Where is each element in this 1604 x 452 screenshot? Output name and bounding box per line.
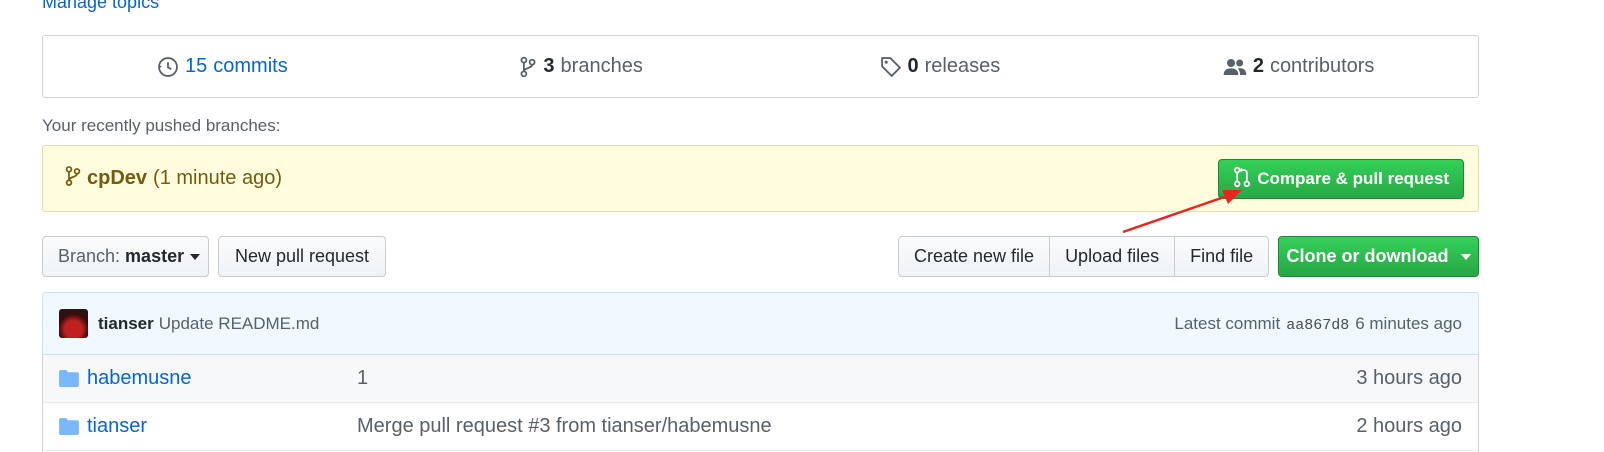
table-row: habemusne 1 3 hours ago: [43, 355, 1478, 403]
new-pull-request-button[interactable]: New pull request: [218, 236, 386, 277]
branch-select-prefix: Branch:: [58, 246, 121, 266]
caret-down-icon: [1460, 253, 1471, 260]
file-commit-message[interactable]: 1: [357, 367, 368, 390]
file-name[interactable]: habemusne: [87, 367, 357, 390]
branch-select-button[interactable]: Branch: master: [42, 236, 209, 277]
file-age: 2 hours ago: [1356, 415, 1462, 437]
latest-commit-label: Latest commit: [1174, 313, 1281, 333]
commit-author[interactable]: tianser: [98, 314, 154, 334]
annotation-arrow-icon: [1122, 190, 1242, 234]
contributors-label: contributors: [1269, 55, 1375, 77]
file-list: habemusne 1 3 hours ago tianser Merge pu…: [42, 354, 1479, 452]
recent-branch-time: (1 minute ago): [153, 167, 282, 189]
recent-branch-banner: cpDev (1 minute ago) Compare & pull requ…: [42, 145, 1479, 212]
find-file-button[interactable]: Find file: [1175, 237, 1268, 276]
file-commit-message[interactable]: Merge pull request #3 from tianser/habem…: [357, 415, 772, 438]
folder-icon: [59, 418, 81, 435]
branches-label: branches: [560, 55, 643, 77]
commits-link[interactable]: 15 commits: [43, 55, 402, 78]
recent-branches-label: Your recently pushed branches:: [42, 116, 281, 135]
branch-icon: [65, 165, 81, 193]
people-icon: [1223, 56, 1247, 78]
tag-icon: [880, 56, 902, 78]
table-row: tianser Merge pull request #3 from tians…: [43, 403, 1478, 451]
recent-branch-name[interactable]: cpDev: [87, 167, 147, 190]
upload-files-button[interactable]: Upload files: [1050, 237, 1176, 276]
branches-count: 3: [543, 55, 555, 77]
latest-commit-bar: tianser Update README.md Latest commit a…: [42, 292, 1479, 354]
compare-button-label: Compare & pull request: [1257, 169, 1449, 188]
repo-summary-bar: 15 commits 3 branches 0 releases 2 contr…: [42, 35, 1479, 98]
folder-icon: [59, 370, 81, 387]
commits-count: 15: [185, 55, 208, 77]
branches-link[interactable]: 3 branches: [402, 55, 761, 78]
branch-icon: [519, 56, 537, 78]
file-age: 3 hours ago: [1356, 367, 1462, 389]
clone-button-label: Clone or download: [1286, 246, 1449, 266]
history-icon: [157, 56, 179, 78]
create-new-file-button[interactable]: Create new file: [899, 237, 1051, 276]
releases-label: releases: [924, 55, 1001, 77]
releases-link[interactable]: 0 releases: [761, 55, 1120, 78]
repository-page: Manage topics 15 commits 3 branches 0 re…: [0, 0, 1604, 452]
commit-time: 6 minutes ago: [1355, 313, 1462, 333]
commit-message[interactable]: Update README.md: [159, 314, 320, 334]
compare-pull-request-button[interactable]: Compare & pull request: [1218, 159, 1464, 199]
branch-select-name: master: [125, 246, 185, 266]
releases-count: 0: [907, 55, 919, 77]
file-actions-group: Create new file Upload files Find file: [898, 236, 1270, 277]
commit-sha[interactable]: aa867d8: [1286, 317, 1349, 334]
file-name[interactable]: tianser: [87, 415, 357, 438]
manage-topics-link[interactable]: Manage topics: [42, 0, 159, 13]
contributors-count: 2: [1252, 55, 1264, 77]
latest-commit-info: Latest commit aa867d8 6 minutes ago: [1174, 314, 1462, 334]
avatar[interactable]: [59, 309, 88, 338]
contributors-link[interactable]: 2 contributors: [1119, 55, 1478, 78]
clone-or-download-button[interactable]: Clone or download: [1278, 236, 1479, 277]
commits-label: commits: [213, 55, 288, 77]
caret-down-icon: [190, 253, 201, 260]
